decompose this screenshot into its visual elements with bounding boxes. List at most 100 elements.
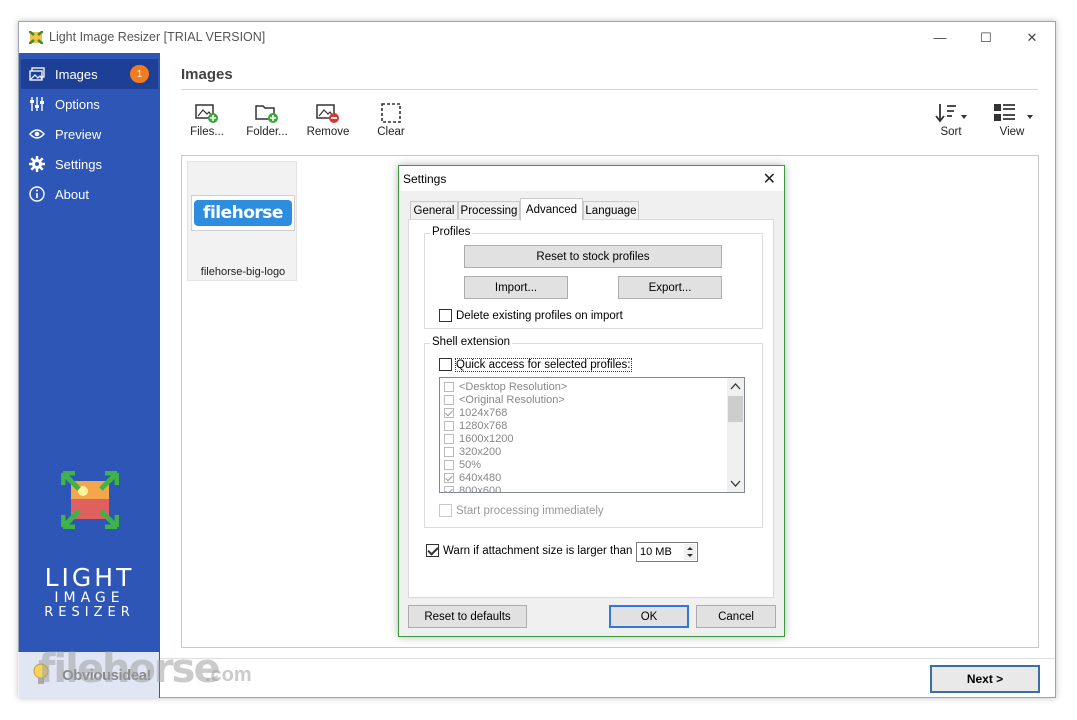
sidebar-item-label: About	[55, 186, 89, 202]
page-title: Images	[181, 66, 233, 83]
add-image-icon	[195, 104, 218, 123]
sort-label: Sort	[940, 126, 962, 138]
start-processing-checkbox[interactable]: Start processing immediately	[439, 504, 604, 517]
checkbox-box	[444, 485, 454, 492]
close-button[interactable]: ✕	[1009, 22, 1055, 53]
view-button[interactable]: View	[989, 102, 1035, 146]
tab-processing[interactable]: Processing	[458, 201, 520, 220]
checkbox-box	[444, 407, 454, 418]
clear-label: Clear	[377, 126, 405, 138]
sidebar-item-options[interactable]: Options	[21, 89, 158, 119]
remove-label: Remove	[306, 126, 350, 138]
dialog-close-icon[interactable]: ✕	[763, 169, 776, 189]
sort-icon	[935, 104, 967, 123]
minimize-icon: —	[933, 30, 947, 45]
list-item-label: 800x600	[459, 484, 502, 493]
title-bar: Light Image Resizer [TRIAL VERSION] — ☐ …	[19, 22, 1055, 53]
info-icon	[28, 185, 46, 203]
filehorse-logo: filehorse	[194, 200, 292, 226]
delete-profiles-label: Delete existing profiles on import	[456, 309, 623, 322]
list-item-label: 1600x1200	[459, 432, 514, 445]
image-thumbnail[interactable]: filehorse filehorse-big-logo	[187, 161, 297, 281]
eye-icon	[28, 125, 46, 143]
sidebar-item-label: Options	[55, 96, 100, 112]
sidebar-item-label: Settings	[55, 156, 102, 172]
start-processing-label: Start processing immediately	[456, 504, 604, 517]
warn-attachment-checkbox[interactable]: Warn if attachment size is larger than	[426, 544, 632, 557]
settings-dialog: Settings ✕ General Processing Advanced L…	[398, 165, 785, 637]
close-icon: ✕	[1026, 29, 1038, 45]
checkbox-box	[444, 394, 454, 405]
checkbox-box	[426, 544, 439, 557]
list-item[interactable]: 1600x1200	[444, 432, 513, 445]
delete-profiles-checkbox[interactable]: Delete existing profiles on import	[439, 309, 623, 322]
list-item[interactable]: 50%	[444, 458, 481, 471]
footer-divider	[160, 658, 1055, 659]
sliders-icon	[28, 95, 46, 113]
export-button[interactable]: Export...	[618, 276, 722, 299]
minimize-button[interactable]: —	[917, 22, 963, 53]
cancel-button[interactable]: Cancel	[696, 605, 776, 628]
site-watermark-tld: .com	[205, 664, 252, 686]
sidebar: Images 1 Options Preview Settings About …	[19, 53, 160, 698]
sort-button[interactable]: Sort	[931, 102, 971, 146]
checkbox-box	[444, 433, 454, 444]
listbox-scrollbar[interactable]	[727, 378, 744, 492]
list-item[interactable]: <Desktop Resolution>	[444, 380, 567, 393]
reset-defaults-button[interactable]: Reset to defaults	[408, 605, 527, 628]
profiles-listbox[interactable]: <Desktop Resolution> <Original Resolutio…	[439, 377, 745, 493]
add-folder-button[interactable]: Folder...	[245, 102, 289, 146]
attachment-size-spinner[interactable]: 10 MB	[636, 542, 698, 562]
attachment-size-value: 10 MB	[640, 546, 672, 558]
checkbox-box	[444, 446, 454, 457]
files-label: Files...	[190, 126, 224, 138]
list-item[interactable]: 1280x768	[444, 419, 507, 432]
remove-button[interactable]: Remove	[306, 102, 350, 146]
add-folder-icon	[255, 105, 278, 123]
app-icon	[29, 31, 43, 44]
remove-image-icon	[316, 104, 339, 123]
gear-icon	[28, 155, 46, 173]
dialog-title-bar: Settings ✕	[399, 166, 784, 191]
list-item[interactable]: <Original Resolution>	[444, 393, 565, 406]
list-item-label: 1280x768	[459, 419, 508, 432]
profiles-group: Profiles Reset to stock profiles Import.…	[424, 226, 763, 329]
maximize-icon: ☐	[980, 29, 992, 45]
list-item-label: <Original Resolution>	[459, 393, 565, 406]
list-item[interactable]: 640x480	[444, 471, 501, 484]
checkbox-box	[439, 309, 452, 322]
list-item-label: 50%	[459, 458, 482, 471]
reset-stock-profiles-button[interactable]: Reset to stock profiles	[464, 245, 722, 268]
list-item[interactable]: 800x600	[444, 484, 502, 493]
checkbox-box	[444, 472, 454, 483]
shell-extension-group: Shell extension Quick access for selecte…	[424, 336, 763, 528]
ok-button[interactable]: OK	[609, 605, 689, 628]
spinner-arrows-icon[interactable]	[684, 544, 696, 560]
brand-text-image: IMAGE	[54, 590, 125, 606]
tab-general[interactable]: General	[410, 201, 458, 220]
quick-access-checkbox[interactable]: Quick access for selected profiles:	[439, 357, 632, 372]
checkbox-box	[439, 504, 452, 517]
thumbnail-caption: filehorse-big-logo	[200, 266, 286, 278]
sidebar-item-preview[interactable]: Preview	[21, 119, 158, 149]
sidebar-item-settings[interactable]: Settings	[21, 149, 158, 179]
thumbnail-image: filehorse	[191, 195, 295, 231]
import-button[interactable]: Import...	[464, 276, 568, 299]
view-label: View	[999, 126, 1025, 138]
list-item[interactable]: 320x200	[444, 445, 501, 458]
brand-text-light: LIGHT	[44, 563, 135, 592]
maximize-button[interactable]: ☐	[963, 22, 1009, 53]
next-button[interactable]: Next >	[930, 665, 1040, 693]
clear-button[interactable]: Clear	[373, 102, 409, 146]
add-files-button[interactable]: Files...	[189, 102, 225, 146]
brand-logo-icon	[61, 471, 119, 529]
tab-language[interactable]: Language	[583, 201, 639, 220]
list-item-label: 320x200	[459, 445, 502, 458]
sidebar-item-images[interactable]: Images 1	[21, 59, 158, 89]
tab-advanced[interactable]: Advanced	[520, 198, 583, 221]
folder-label: Folder...	[246, 126, 288, 138]
sidebar-item-about[interactable]: About	[21, 179, 158, 209]
advanced-tab-panel: Profiles Reset to stock profiles Import.…	[408, 219, 774, 598]
clear-selection-icon	[381, 103, 401, 123]
list-item[interactable]: 1024x768	[444, 406, 507, 419]
